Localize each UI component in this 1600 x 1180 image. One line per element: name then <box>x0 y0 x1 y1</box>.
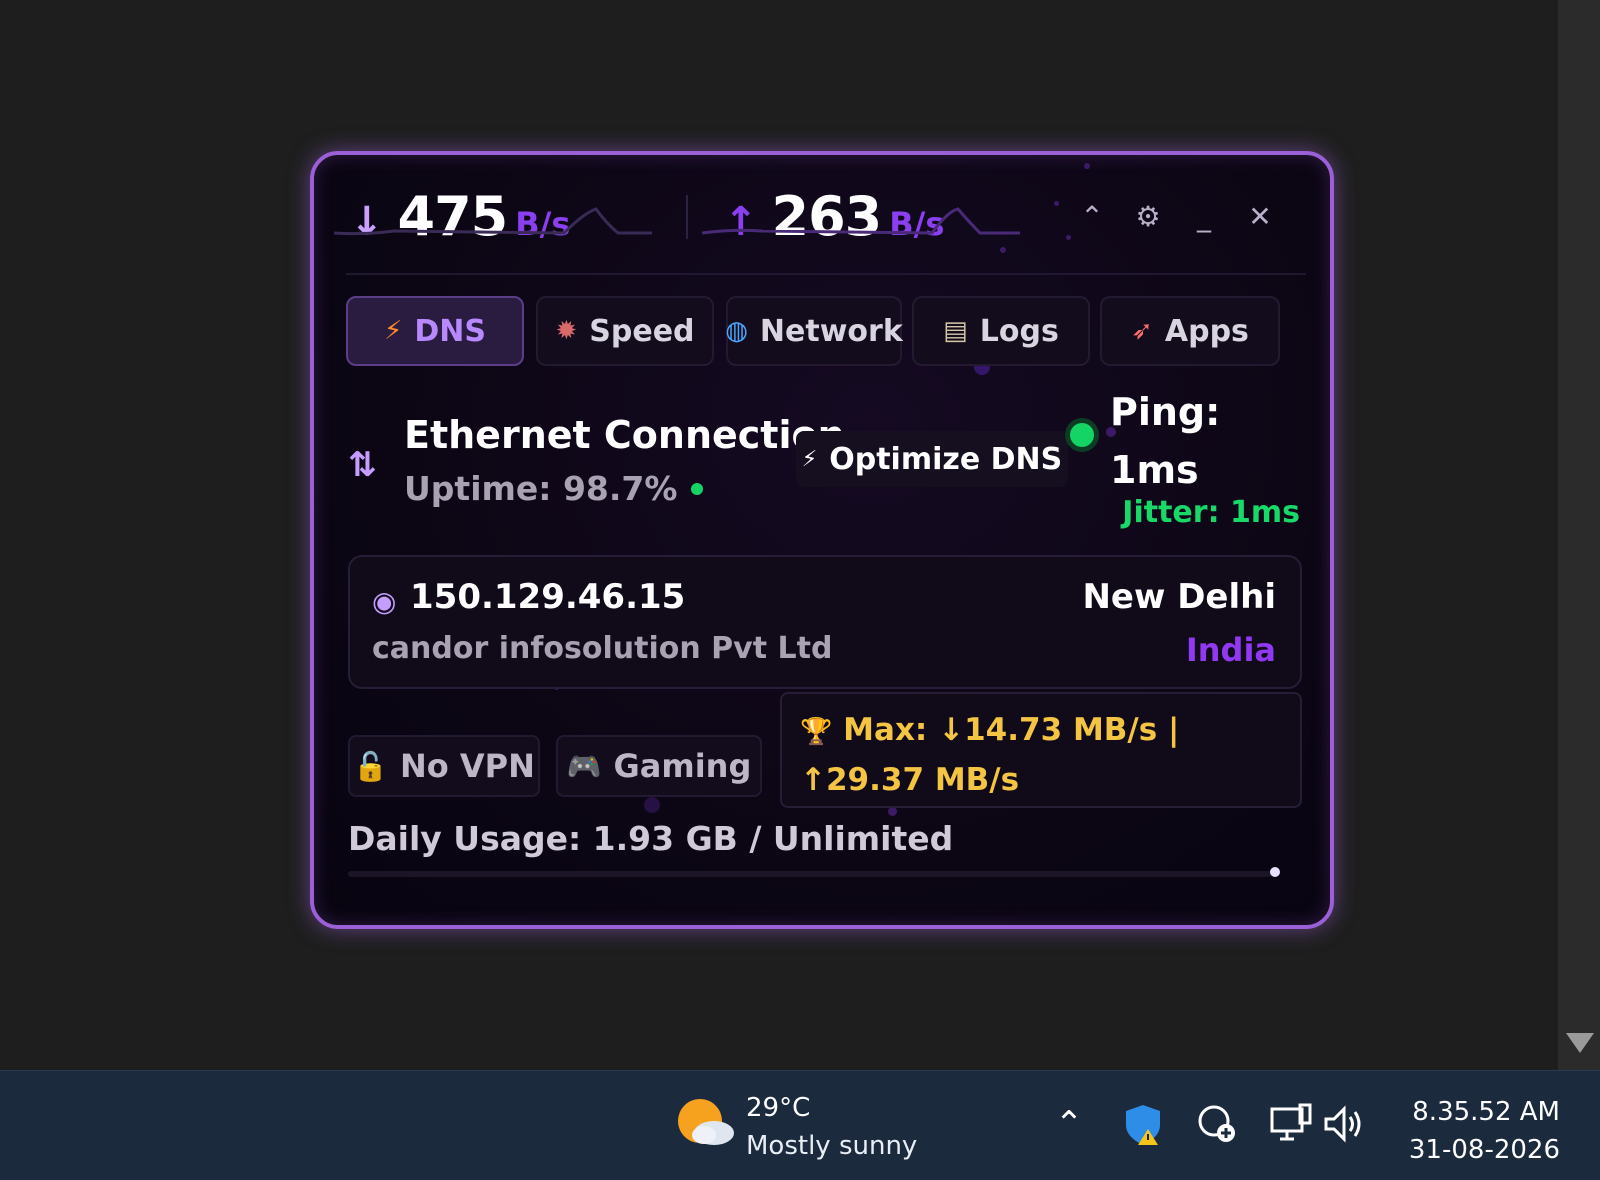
weather-description[interactable]: Mostly sunny <box>746 1131 917 1161</box>
unlock-icon: 🔓 <box>353 749 388 783</box>
trophy-icon: 🏆 <box>800 717 833 747</box>
uptime-text: Uptime: 98.7% <box>404 469 678 508</box>
vpn-status-label: No VPN <box>399 747 535 785</box>
collapse-chevron-icon[interactable]: ⌃ <box>1072 197 1112 237</box>
gamepad-icon: 🎮 <box>566 749 602 783</box>
weather-temperature[interactable]: 29°C <box>746 1093 810 1123</box>
vpn-status-badge: 🔓 No VPN <box>348 735 540 797</box>
network-monitor-widget: ↓ 475 B/s ↑ 263 B/s ⌃ ⚙ _ ✕ ⚡ DNS ✹ Spee… <box>310 151 1334 929</box>
clock-time: 8.35.52 AM <box>1412 1097 1560 1127</box>
windows-taskbar: 29°C Mostly sunny ⌃ 8.35.52 AM 31-08-202… <box>0 1070 1600 1180</box>
upload-sparkline <box>702 207 1020 235</box>
daily-usage-bar-handle <box>1270 867 1280 877</box>
ip-city: New Delhi <box>1082 577 1276 617</box>
tab-speed[interactable]: ✹ Speed <box>536 296 714 366</box>
network-monitor-icon[interactable] <box>1266 1099 1316 1149</box>
minimize-icon[interactable]: _ <box>1184 197 1224 237</box>
lightning-icon: ⚡ <box>384 316 403 346</box>
optimize-dns-label: Optimize DNS <box>829 441 1063 477</box>
ip-globe-icon: ◉ <box>372 585 397 618</box>
ping-readout: Ping: 1ms <box>1110 383 1310 499</box>
clock-date: 31-08-2026 <box>1408 1135 1560 1165</box>
ip-country: India <box>1185 631 1276 669</box>
download-sparkline <box>334 207 652 236</box>
isp-name: candor infosolution Pvt Ltd <box>372 631 833 666</box>
rocket-icon: ➶ <box>1131 316 1153 346</box>
daily-usage-bar <box>348 871 1272 877</box>
close-icon[interactable]: ✕ <box>1240 197 1280 237</box>
ping-value: 1ms <box>1110 448 1199 492</box>
security-shield-warning-icon[interactable] <box>1118 1099 1168 1149</box>
daily-usage-label: Daily Usage: 1.93 GB / Unlimited <box>348 819 954 858</box>
tab-logs[interactable]: ▤ Logs <box>912 296 1090 366</box>
ip-address: 150.129.46.15 <box>410 577 686 617</box>
volume-speaker-icon[interactable] <box>1320 1099 1370 1149</box>
vpn-globe-add-icon[interactable] <box>1192 1099 1242 1149</box>
tab-speed-label: Speed <box>589 313 695 349</box>
show-hidden-icons-chevron-icon[interactable]: ⌃ <box>1044 1099 1094 1149</box>
connection-uptime: Uptime: 98.7% <box>404 469 704 508</box>
lightning-small-icon: ⚡ <box>801 446 818 472</box>
header-divider <box>686 195 688 239</box>
ping-label: Ping: <box>1110 390 1221 434</box>
tab-apps[interactable]: ➶ Apps <box>1100 296 1280 366</box>
tab-network[interactable]: ◍ Network <box>725 296 903 366</box>
page-scrollbar[interactable] <box>1558 0 1600 1070</box>
optimize-dns-button[interactable]: ⚡ Optimize DNS <box>796 431 1068 487</box>
ladybug-icon: ✹ <box>555 316 578 346</box>
scroll-down-arrow-icon[interactable] <box>1566 1033 1594 1053</box>
jitter-readout: Jitter: 1ms <box>1122 495 1300 530</box>
sun-cloud-icon[interactable] <box>674 1093 738 1153</box>
uptime-status-dot <box>691 482 704 495</box>
ip-info-card: ◉ 150.129.46.15 candor infosolution Pvt … <box>348 555 1302 689</box>
taskbar-clock[interactable]: 8.35.52 AM 31-08-2026 <box>1409 1093 1560 1169</box>
connection-title: Ethernet Connection <box>404 413 845 457</box>
tab-dns[interactable]: ⚡ DNS <box>346 296 524 366</box>
tab-apps-label: Apps <box>1164 313 1249 349</box>
tab-dns-label: DNS <box>414 313 486 349</box>
max-speed-card: 🏆 Max: ↓14.73 MB/s | ↑29.37 MB/s <box>780 692 1302 808</box>
document-icon: ▤ <box>943 316 968 346</box>
tab-logs-label: Logs <box>979 313 1059 349</box>
connection-status-indicator <box>1070 423 1094 447</box>
header-separator <box>346 273 1306 275</box>
max-speed-text: Max: ↓14.73 MB/s | ↑29.37 MB/s <box>800 712 1180 798</box>
ethernet-icon: ⇅ <box>348 445 377 485</box>
settings-gear-icon[interactable]: ⚙ <box>1128 197 1168 237</box>
globe-icon: ◍ <box>725 316 748 346</box>
mode-label: Gaming <box>613 747 752 785</box>
tab-network-label: Network <box>759 313 903 349</box>
mode-badge: 🎮 Gaming <box>556 735 762 797</box>
